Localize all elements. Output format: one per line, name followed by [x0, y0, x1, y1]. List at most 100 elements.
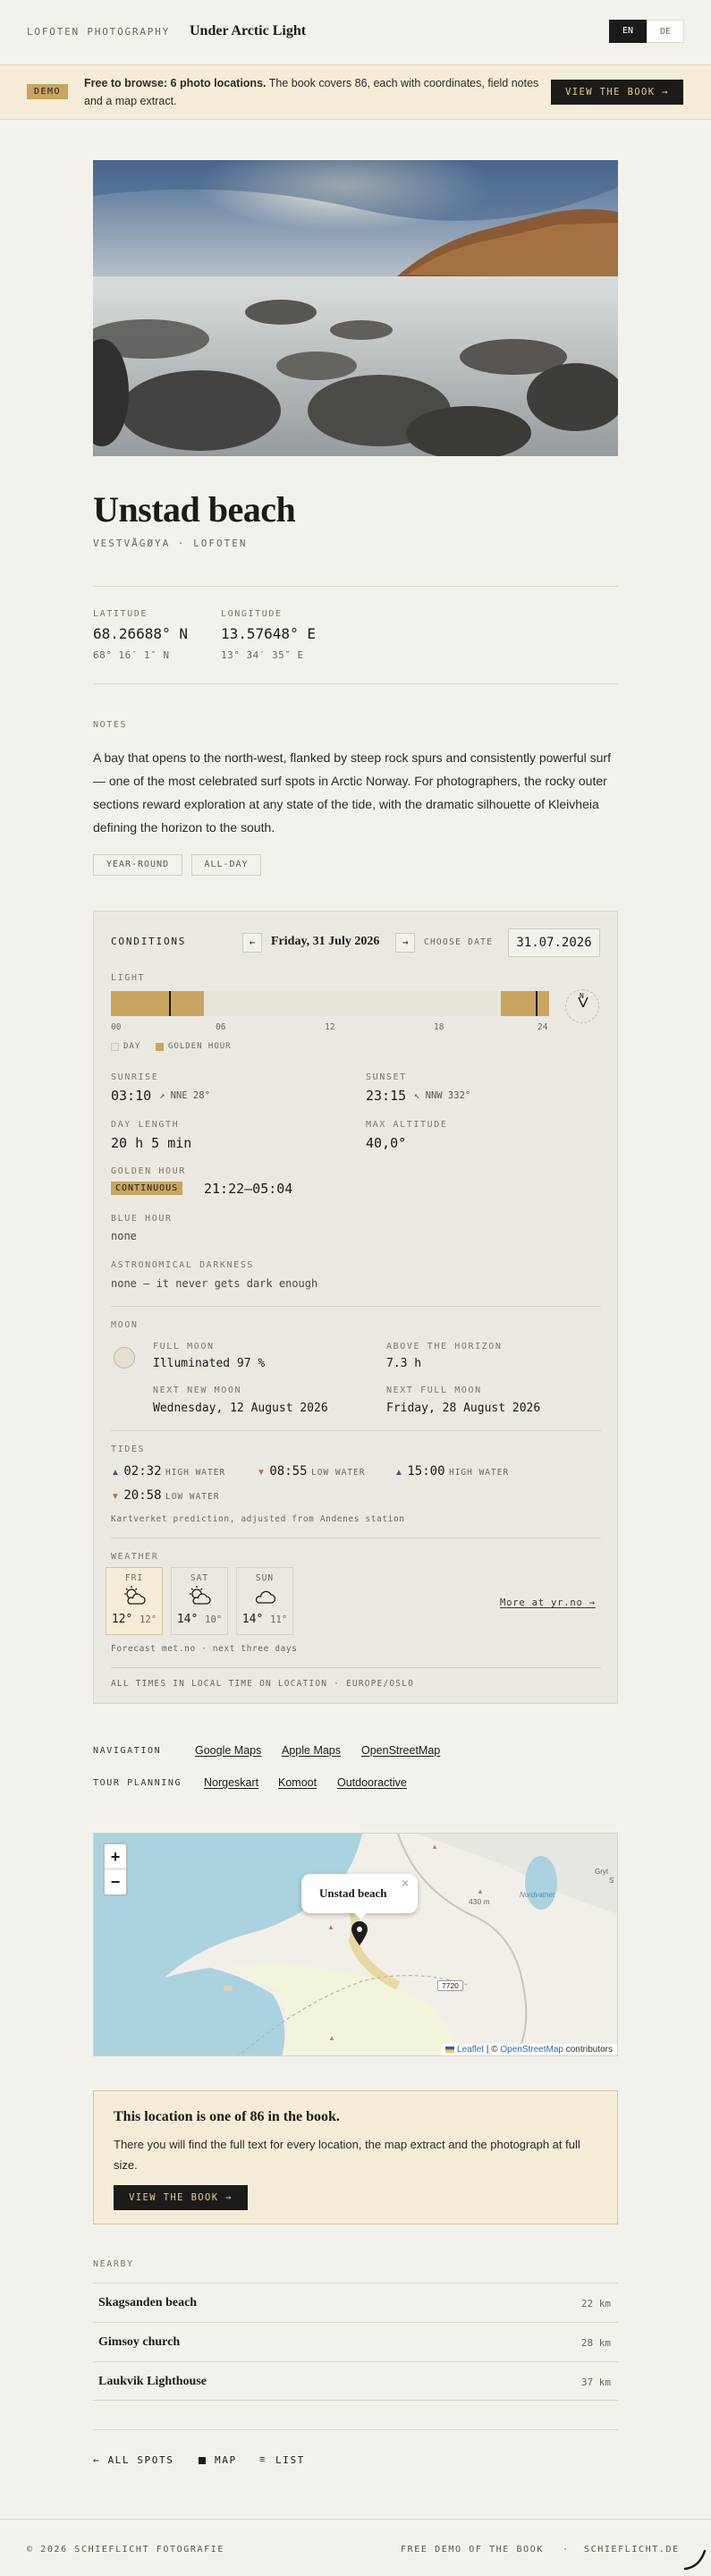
navigation-label: NAVIGATION: [93, 1746, 162, 1756]
divider: [111, 1430, 601, 1431]
map-view-link[interactable]: MAP: [215, 2454, 237, 2466]
tag-all-day: ALL-DAY: [191, 854, 261, 876]
legend-golden: GOLDEN HOUR: [168, 1042, 232, 1051]
zoom-in-button[interactable]: +: [105, 1844, 126, 1869]
tide-kind: HIGH WATER: [448, 1468, 510, 1478]
nearby-item[interactable]: Laukvik Lighthouse 37 km: [93, 2361, 618, 2401]
ukraine-flag-icon: [445, 2046, 455, 2053]
site-title[interactable]: Under Arctic Light: [190, 23, 306, 39]
google-maps-link[interactable]: Google Maps: [195, 1744, 261, 1757]
tide-entry: ▼ 20:58 LOW WATER: [111, 1487, 219, 1504]
next-full-moon-value: Friday, 28 August 2026: [386, 1402, 541, 1415]
location-map[interactable]: + − Unstad beach × ▲ 430 m ▲ ▲ ▲ Nordvat…: [93, 1833, 618, 2056]
lang-de-button[interactable]: DE: [647, 20, 684, 43]
weather-low: 11°: [270, 1614, 288, 1625]
osm-link[interactable]: OpenStreetMap: [500, 2045, 563, 2055]
next-day-button[interactable]: →: [395, 933, 415, 953]
map-marker-icon[interactable]: [351, 1921, 368, 1946]
longitude-value[interactable]: 13.57648° E: [221, 625, 316, 642]
max-altitude-label: MAX ALTITUDE: [366, 1120, 448, 1130]
moon-phase-icon: [114, 1347, 135, 1368]
moon-illumination: Illuminated 97 %: [153, 1357, 266, 1370]
popup-close-icon[interactable]: ×: [402, 1876, 409, 1890]
brand-label: LOFOTEN PHOTOGRAPHY: [27, 26, 171, 38]
nearby-name: Skagsanden beach: [98, 2296, 198, 2309]
popup-title: Unstad beach: [319, 1886, 387, 1900]
divider: [93, 683, 618, 684]
sunset-label: SUNSET: [366, 1072, 407, 1082]
footer-site-link[interactable]: SCHIEFLICHT.DE: [584, 2545, 680, 2555]
lang-en-button[interactable]: EN: [609, 20, 647, 43]
weather-day-card[interactable]: FRI 12° 12°: [106, 1567, 163, 1635]
above-horizon-label: ABOVE THE HORIZON: [386, 1342, 503, 1352]
list-icon: ≡: [259, 2454, 266, 2465]
tide-entry: ▼ 08:55 LOW WATER: [257, 1463, 365, 1479]
nearby-item[interactable]: Skagsanden beach 22 km: [93, 2283, 618, 2322]
outdooractive-link[interactable]: Outdooractive: [337, 1776, 407, 1789]
above-horizon-value: 7.3 h: [386, 1357, 422, 1370]
darkness-label: ASTRONOMICAL DARKNESS: [111, 1260, 255, 1270]
road-number-label: 7720: [437, 1980, 463, 1991]
longitude-label: LONGITUDE: [221, 609, 283, 619]
current-time-marker: [169, 991, 171, 1016]
legend-day-swatch: [111, 1043, 119, 1051]
book-promo: This location is one of 86 in the book. …: [93, 2090, 618, 2224]
timezone-note: ALL TIMES IN LOCAL TIME ON LOCATION · EU…: [111, 1679, 415, 1689]
tide-time: 20:58: [123, 1488, 162, 1503]
sunset-time: 23:15: [366, 1088, 407, 1104]
nearby-name: Laukvik Lighthouse: [98, 2375, 207, 2388]
banner-strong: Free to browse: 6 photo locations.: [84, 77, 267, 89]
nearby-item[interactable]: Gimsoy church 28 km: [93, 2322, 618, 2361]
elevation-label: 430 m: [469, 1897, 490, 1906]
conditions-card: CONDITIONS ← Friday, 31 July 2026 → CHOO…: [93, 911, 618, 1704]
latitude-value[interactable]: 68.26688° N: [93, 625, 188, 642]
all-spots-link[interactable]: ← ALL SPOTS: [93, 2454, 174, 2466]
darkness-value: none — it never gets dark enough: [111, 1277, 318, 1290]
low-tide-icon: ▼: [257, 1468, 266, 1478]
map-popup: Unstad beach ×: [301, 1874, 418, 1913]
prev-day-button[interactable]: ←: [242, 933, 262, 953]
promo-title: This location is one of 86 in the book.: [114, 2109, 340, 2124]
banner-book-button[interactable]: VIEW THE BOOK →: [551, 80, 683, 105]
weather-day-card[interactable]: SUN 14° 11°: [236, 1567, 293, 1635]
zoom-out-button[interactable]: −: [105, 1869, 126, 1894]
peak-icon: ▲: [328, 2034, 335, 2042]
komoot-link[interactable]: Komoot: [278, 1776, 317, 1789]
partly-sunny-icon: [190, 1586, 211, 1605]
list-view-link[interactable]: LIST: [275, 2454, 305, 2466]
divider: [93, 586, 618, 587]
weather-day-card[interactable]: SAT 14° 10°: [171, 1567, 228, 1635]
weather-low: 12°: [140, 1614, 157, 1625]
beach-photo-image: [93, 160, 618, 456]
leaflet-link[interactable]: Leaflet: [457, 2045, 484, 2055]
full-moon-label: FULL MOON: [153, 1342, 215, 1352]
tide-kind: HIGH WATER: [165, 1468, 226, 1478]
golden-hour-evening-bar: [501, 991, 549, 1016]
low-tide-icon: ▼: [111, 1492, 120, 1502]
yr-link[interactable]: More at yr.no →: [500, 1597, 596, 1608]
tick-24: 24: [537, 1022, 548, 1032]
tide-time: 15:00: [407, 1464, 445, 1479]
weather-day: FRI: [124, 1573, 144, 1583]
map-square-icon: [199, 2457, 206, 2464]
tag-year-round: YEAR-ROUND: [93, 854, 182, 876]
divider: [111, 1667, 601, 1668]
footer-copyright: © 2026 SCHIEFLICHT FOTOGRAFIE: [27, 2545, 224, 2555]
norgeskart-link[interactable]: Norgeskart: [204, 1776, 258, 1789]
promo-book-button[interactable]: VIEW THE BOOK →: [114, 2185, 248, 2210]
apple-maps-link[interactable]: Apple Maps: [282, 1744, 341, 1757]
date-input[interactable]: 31.07.2026: [508, 928, 600, 957]
tick-06: 06: [216, 1022, 226, 1032]
nearby-name: Gimsoy church: [98, 2335, 181, 2349]
tide-time: 02:32: [123, 1464, 162, 1479]
peak-icon: ▲: [431, 1843, 438, 1851]
next-new-moon-value: Wednesday, 12 August 2026: [153, 1402, 328, 1415]
weather-day: SUN: [255, 1573, 275, 1583]
sunset-direction: ↖ NNW 332°: [414, 1090, 471, 1101]
openstreetmap-link[interactable]: OpenStreetMap: [361, 1744, 440, 1757]
popup-tip: [353, 1912, 368, 1919]
sunset-marker: [536, 991, 537, 1016]
demo-badge: DEMO: [27, 84, 69, 99]
tick-00: 00: [111, 1022, 122, 1032]
partly-sunny-icon: [124, 1586, 146, 1605]
